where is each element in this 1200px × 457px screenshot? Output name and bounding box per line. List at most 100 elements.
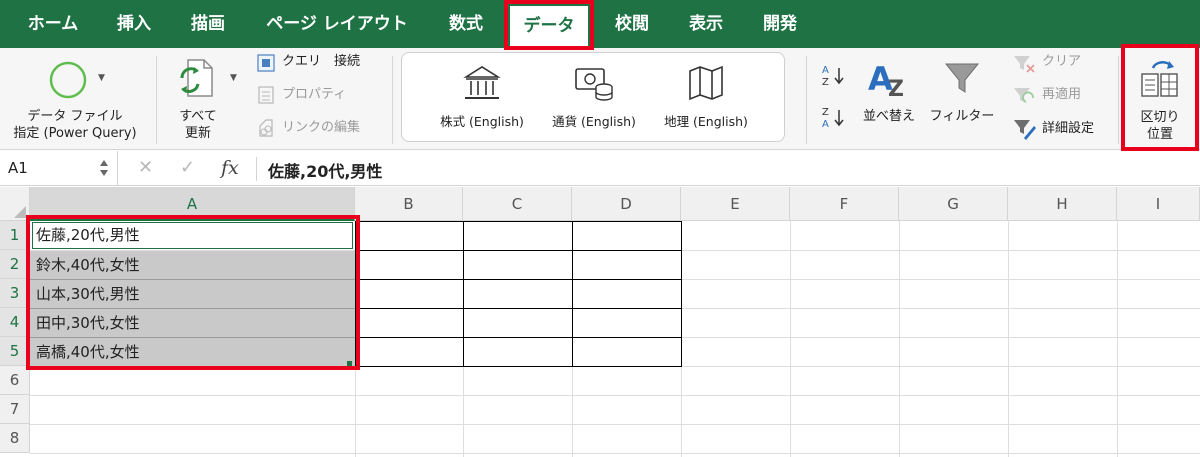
advanced-button[interactable]: 詳細設定 <box>1042 119 1094 139</box>
filter-funnel-icon[interactable] <box>942 58 982 98</box>
tab-data[interactable]: データ <box>510 6 588 48</box>
cell-c4[interactable] <box>464 309 573 338</box>
worksheet-grid: A B C D E F G H I 1 2 3 4 5 6 7 8 佐藤,20代… <box>0 187 1200 457</box>
cell-d4[interactable] <box>573 309 682 338</box>
cell-d5[interactable] <box>573 338 682 367</box>
edit-links-icon[interactable] <box>256 118 276 138</box>
row-header-2[interactable]: 2 <box>0 250 30 279</box>
column-header-c[interactable]: C <box>463 187 572 221</box>
gridline <box>30 453 1200 454</box>
tab-review[interactable]: 校閲 <box>602 0 662 48</box>
tab-formulas[interactable]: 数式 <box>436 0 496 48</box>
refresh-all-label-1[interactable]: すべて <box>168 108 228 125</box>
cell-b4[interactable] <box>355 309 464 338</box>
tab-home[interactable]: ホーム <box>18 0 88 48</box>
row-header-4[interactable]: 4 <box>0 308 30 337</box>
sort-icon[interactable]: A Z <box>866 56 912 100</box>
sort-ascending-icon[interactable]: A Z <box>820 62 848 88</box>
clear-button[interactable]: クリア <box>1042 52 1081 72</box>
column-header-e[interactable]: E <box>681 187 790 221</box>
data-type-currency[interactable]: 通貨 (English) <box>534 53 654 143</box>
advanced-filter-icon[interactable] <box>1012 118 1036 140</box>
gridline <box>1008 221 1009 457</box>
refresh-all-label-2[interactable]: 更新 <box>168 125 228 142</box>
row-header-5[interactable]: 5 <box>0 337 30 366</box>
tab-page-layout[interactable]: ページ レイアウト <box>258 0 416 48</box>
reapply-filter-icon[interactable] <box>1012 86 1036 106</box>
tab-developer[interactable]: 開発 <box>750 0 810 48</box>
cancel-icon[interactable]: ✕ <box>138 157 153 178</box>
properties-icon[interactable] <box>256 85 276 105</box>
cell-b5[interactable] <box>355 338 464 367</box>
ribbon-separator <box>156 56 157 144</box>
tab-view[interactable]: 表示 <box>676 0 736 48</box>
row-header-3[interactable]: 3 <box>0 279 30 308</box>
data-types-gallery: 株式 (English) 通貨 (English) 地理 (English) <box>401 52 785 142</box>
cell-a5[interactable]: 高橋,40代,女性 <box>30 338 355 367</box>
queries-icon[interactable] <box>256 53 276 73</box>
name-box-stepper-icon[interactable] <box>98 157 110 179</box>
column-header-b[interactable]: B <box>355 187 463 221</box>
column-header-g[interactable]: G <box>899 187 1008 221</box>
column-header-d[interactable]: D <box>572 187 681 221</box>
queries-connections-button[interactable]: クエリ 接続 <box>282 52 360 72</box>
column-header-a[interactable]: A <box>30 187 355 221</box>
get-data-circle-icon[interactable] <box>48 60 88 100</box>
row-header-1[interactable]: 1 <box>0 221 30 250</box>
row-header-6[interactable]: 6 <box>0 366 30 395</box>
reapply-button[interactable]: 再適用 <box>1042 85 1081 105</box>
cell-d3[interactable] <box>573 280 682 309</box>
ribbon-separator <box>806 56 807 144</box>
edit-links-button[interactable]: リンクの編集 <box>282 118 360 138</box>
column-header-i[interactable]: I <box>1117 187 1200 221</box>
sort-label[interactable]: 並べ替え <box>856 108 922 125</box>
sort-descending-icon[interactable]: Z A <box>820 104 848 130</box>
row-header-7[interactable]: 7 <box>0 395 30 424</box>
text-to-columns-label-2[interactable]: 位置 <box>1126 126 1194 143</box>
name-box[interactable]: A1 <box>0 151 118 186</box>
cell-c5[interactable] <box>464 338 573 367</box>
text-to-columns-label-1[interactable]: 区切り <box>1126 109 1194 126</box>
gridline <box>30 424 1200 425</box>
cell-c1[interactable] <box>464 221 573 251</box>
refresh-all-icon[interactable] <box>176 56 220 100</box>
cell-d2[interactable] <box>573 251 682 280</box>
data-type-currency-label: 通貨 (English) <box>552 114 636 129</box>
get-data-label-2[interactable]: 指定 (Power Query) <box>0 125 150 142</box>
cell-c3[interactable] <box>464 280 573 309</box>
column-header-h[interactable]: H <box>1008 187 1117 221</box>
svg-text:Z: Z <box>822 77 829 88</box>
cell-b1[interactable] <box>355 221 464 251</box>
row-header-8[interactable]: 8 <box>0 424 30 453</box>
gridline <box>30 395 1200 396</box>
formula-input[interactable]: 佐藤,20代,男性 <box>268 158 382 182</box>
text-to-columns-icon[interactable] <box>1139 56 1181 100</box>
fill-handle[interactable] <box>347 361 352 366</box>
cell-c2[interactable] <box>464 251 573 280</box>
cell-b2[interactable] <box>355 251 464 280</box>
cell-a2[interactable]: 鈴木,40代,女性 <box>30 251 355 280</box>
bank-icon <box>463 66 501 99</box>
cell-a3[interactable]: 山本,30代,男性 <box>30 280 355 309</box>
data-type-geography[interactable]: 地理 (English) <box>646 53 766 143</box>
refresh-dropdown-icon[interactable]: ▼ <box>230 73 237 83</box>
ribbon-tab-bar: ホーム 挿入 描画 ページ レイアウト 数式 データ 校閲 表示 開発 <box>0 0 1200 48</box>
tab-draw[interactable]: 描画 <box>178 0 238 48</box>
enter-icon[interactable]: ✓ <box>180 157 195 178</box>
get-data-label-1[interactable]: データ ファイル <box>0 108 150 125</box>
cell-b3[interactable] <box>355 280 464 309</box>
column-header-f[interactable]: F <box>790 187 899 221</box>
cell-d1[interactable] <box>573 221 682 251</box>
select-all-corner[interactable] <box>0 187 30 221</box>
get-data-dropdown-icon[interactable]: ▼ <box>98 73 105 83</box>
tab-insert[interactable]: 挿入 <box>104 0 164 48</box>
selection-divider <box>30 308 355 309</box>
properties-button[interactable]: プロパティ <box>282 85 346 105</box>
svg-text:Z: Z <box>822 107 829 118</box>
filter-label[interactable]: フィルター <box>924 108 1000 125</box>
selection-divider <box>30 279 355 280</box>
data-type-stocks[interactable]: 株式 (English) <box>422 53 542 143</box>
cell-a4[interactable]: 田中,30代,女性 <box>30 309 355 338</box>
insert-function-icon[interactable]: fx <box>221 157 239 179</box>
clear-filter-icon[interactable] <box>1012 54 1036 74</box>
